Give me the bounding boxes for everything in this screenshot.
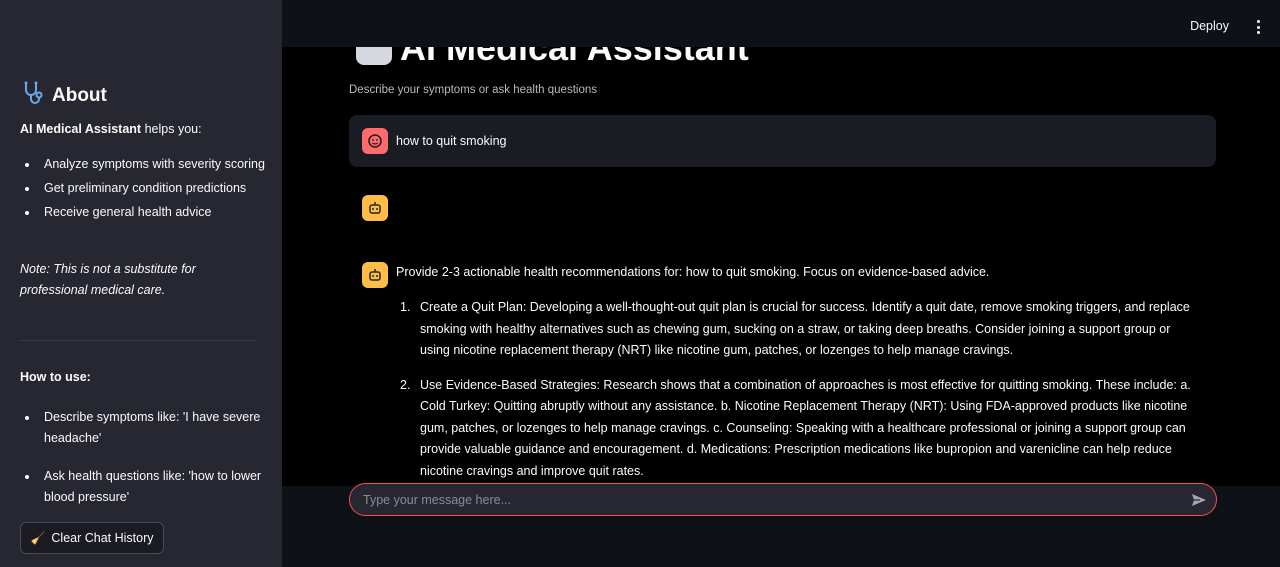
list-item: Receive general health advice xyxy=(20,202,265,223)
list-item: Ask health questions like: 'how to lower… xyxy=(20,466,265,508)
send-icon[interactable] xyxy=(1190,491,1208,509)
page-title: AI Medical Assistant xyxy=(352,47,749,69)
user-message-text: how to quit smoking xyxy=(396,134,507,148)
sidebar: About AI Medical Assistant helps you: An… xyxy=(0,0,282,567)
list-item: Analyze symptoms with severity scoring xyxy=(20,154,265,175)
page-title-text: AI Medical Assistant xyxy=(400,47,749,68)
kebab-menu-icon[interactable] xyxy=(1254,20,1262,34)
howto-heading: How to use: xyxy=(20,370,91,384)
assistant-message-heading: Provide 2-3 actionable health recommenda… xyxy=(396,265,990,279)
page-subtitle: Describe your symptoms or ask health que… xyxy=(349,84,597,96)
robot-icon xyxy=(362,195,388,221)
list-item-text: Create a Quit Plan: Developing a well-th… xyxy=(420,300,1190,357)
list-item: 2. Use Evidence-Based Strategies: Resear… xyxy=(396,375,1196,483)
list-number: 1. xyxy=(400,300,411,314)
user-face-icon xyxy=(362,128,388,154)
stethoscope-icon xyxy=(20,80,46,112)
divider xyxy=(20,340,256,341)
intro-bold: AI Medical Assistant xyxy=(20,122,142,136)
list-item: Describe symptoms like: 'I have severe h… xyxy=(20,407,265,449)
user-message: how to quit smoking xyxy=(349,115,1216,167)
list-item: Get preliminary condition predictions xyxy=(20,178,265,199)
clear-chat-label: Clear Chat History xyxy=(51,531,154,545)
robot-icon xyxy=(362,262,388,288)
disclaimer-note: Note: This is not a substitute for profe… xyxy=(20,262,196,297)
chat-input-bar xyxy=(282,483,1280,567)
top-header: Deploy xyxy=(282,0,1280,47)
recommendations-list: 1. Create a Quit Plan: Developing a well… xyxy=(396,297,1196,495)
features-list: Analyze symptoms with severity scoring G… xyxy=(20,154,265,226)
clear-chat-button[interactable]: 🧹 Clear Chat History xyxy=(20,522,164,554)
broom-icon: 🧹 xyxy=(30,531,46,545)
list-item: 1. Create a Quit Plan: Developing a well… xyxy=(396,297,1196,362)
about-heading: About xyxy=(20,80,107,112)
deploy-button[interactable]: Deploy xyxy=(1190,19,1229,33)
list-number: 2. xyxy=(400,377,411,392)
intro-text: AI Medical Assistant helps you: xyxy=(20,120,265,138)
chat-input-container xyxy=(349,483,1217,516)
chat-input[interactable] xyxy=(363,484,1173,515)
howto-list: Describe symptoms like: 'I have severe h… xyxy=(20,407,265,525)
app: About AI Medical Assistant helps you: An… xyxy=(0,0,1280,567)
intro-rest: helps you: xyxy=(141,122,202,136)
list-item-text: Use Evidence-Based Strategies: Research … xyxy=(420,377,1191,478)
about-title: About xyxy=(52,85,107,106)
